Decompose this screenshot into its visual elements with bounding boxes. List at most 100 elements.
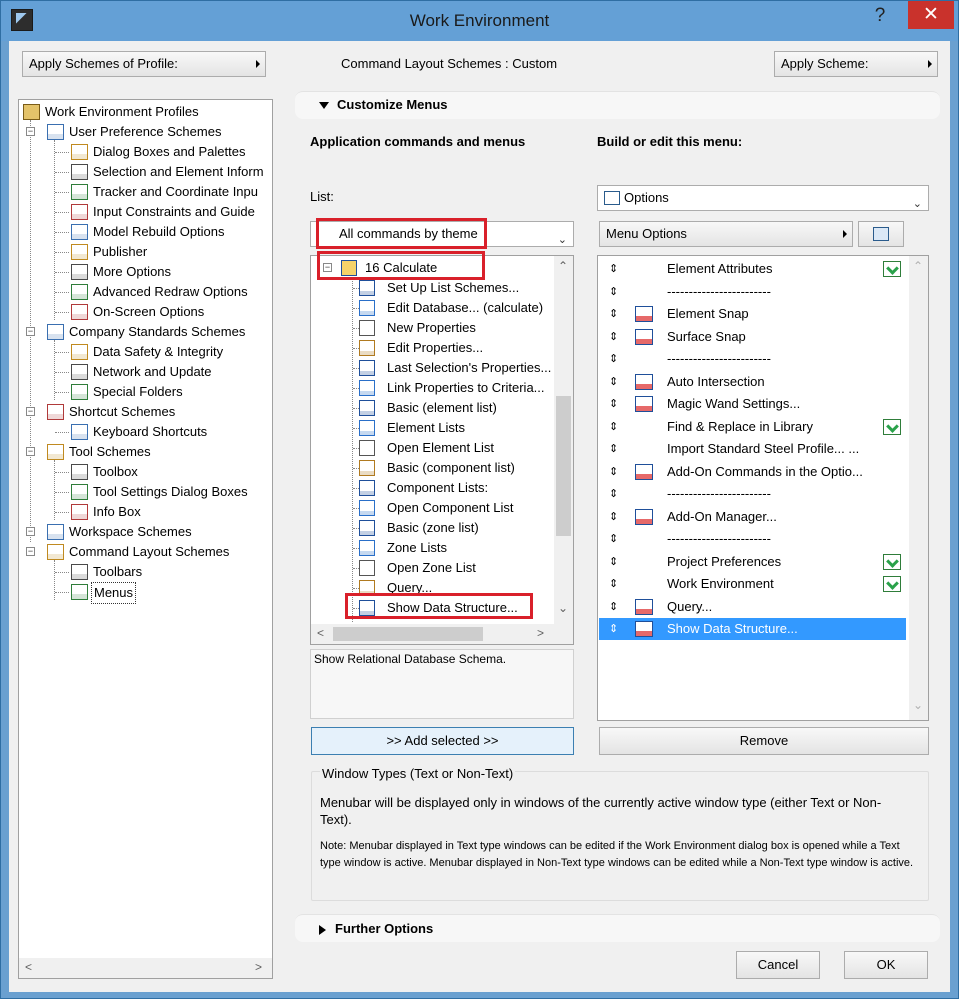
scroll-right-icon[interactable]: > <box>537 626 544 640</box>
reorder-handle-icon[interactable]: ⇕ <box>609 303 618 325</box>
command-item[interactable]: Last Selection's Properties... <box>359 358 555 378</box>
help-button[interactable]: ? <box>865 5 895 29</box>
menu-item-row[interactable]: ⇕ Surface Snap <box>599 326 906 348</box>
reorder-handle-icon[interactable]: ⇕ <box>609 528 618 550</box>
tree-item[interactable]: Tracker and Coordinate Inpu <box>71 182 272 202</box>
menu-item-row[interactable]: ⇕ Find & Replace in Library <box>599 416 906 438</box>
commands-horizontal-scrollbar[interactable]: < > <box>311 624 573 644</box>
menu-item-row[interactable]: ⇕ Import Standard Steel Profile... ... <box>599 438 906 460</box>
command-item[interactable]: Edit Properties... <box>359 338 555 358</box>
command-item[interactable]: Edit Database... (calculate) <box>359 298 555 318</box>
cancel-button[interactable]: Cancel <box>736 951 820 979</box>
customize-menus-toggle[interactable]: Customize Menus <box>319 97 448 112</box>
tree-item[interactable]: Workspace Schemes <box>47 522 272 542</box>
collapse-toggle-icon[interactable]: − <box>26 547 35 556</box>
close-button[interactable]: ✕ <box>908 1 954 29</box>
command-item[interactable]: Open Component List <box>359 498 555 518</box>
menu-item-row[interactable]: ⇕ Auto Intersection <box>599 371 906 393</box>
command-item[interactable]: Basic (component list) <box>359 458 555 478</box>
reorder-handle-icon[interactable]: ⇕ <box>609 326 618 348</box>
customize-menus-header[interactable]: Customize Menus <box>295 91 940 119</box>
scroll-thumb[interactable] <box>333 627 483 641</box>
tree-item[interactable]: On-Screen Options <box>71 302 272 322</box>
command-item[interactable]: New Properties <box>359 318 555 338</box>
scroll-up-icon[interactable]: ⌃ <box>558 259 568 273</box>
menu-item-row[interactable]: ⇕ ------------------------ <box>599 483 906 505</box>
menu-item-row[interactable]: ⇕ Project Preferences <box>599 551 906 573</box>
command-item[interactable]: Set Up List Schemes... <box>359 278 555 298</box>
command-item[interactable]: Element Lists <box>359 418 555 438</box>
menu-item-row[interactable]: ⇕ Work Environment <box>599 573 906 595</box>
tree-item[interactable]: Command Layout Schemes <box>47 542 272 562</box>
command-item[interactable]: Open Element List <box>359 438 555 458</box>
reorder-handle-icon[interactable]: ⇕ <box>609 618 618 640</box>
tree-item[interactable]: Selection and Element Inform <box>71 162 272 182</box>
tree-item[interactable]: Info Box <box>71 502 272 522</box>
menu-select[interactable]: Options ⌄ <box>597 185 929 211</box>
scroll-down-icon[interactable]: ⌄ <box>913 698 923 712</box>
scroll-left-icon[interactable]: < <box>25 960 32 974</box>
menu-item-row[interactable]: ⇕ Magic Wand Settings... <box>599 393 906 415</box>
scroll-up-icon[interactable]: ⌃ <box>913 259 923 273</box>
reorder-handle-icon[interactable]: ⇕ <box>609 348 618 370</box>
command-item[interactable]: Link Properties to Criteria... <box>359 378 555 398</box>
menu-item-row[interactable]: ⇕ ------------------------ <box>599 281 906 303</box>
reorder-handle-icon[interactable]: ⇕ <box>609 371 618 393</box>
command-item[interactable]: Basic (zone list) <box>359 518 555 538</box>
scroll-down-icon[interactable]: ⌄ <box>558 601 568 615</box>
menu-items-vertical-scrollbar[interactable]: ⌃ ⌄ <box>909 256 928 720</box>
reorder-handle-icon[interactable]: ⇕ <box>609 573 618 595</box>
apply-scheme-button[interactable]: Apply Scheme: <box>774 51 938 77</box>
tree-item[interactable]: Company Standards Schemes <box>47 322 272 342</box>
menu-item-row[interactable]: ⇕ Show Data Structure... <box>599 618 906 640</box>
reorder-handle-icon[interactable]: ⇕ <box>609 438 618 460</box>
add-selected-button[interactable]: >> Add selected >> <box>311 727 574 755</box>
tree-item[interactable]: Special Folders <box>71 382 272 402</box>
apply-profile-button[interactable]: Apply Schemes of Profile: <box>22 51 266 77</box>
reorder-handle-icon[interactable]: ⇕ <box>609 461 618 483</box>
tree-item[interactable]: Input Constraints and Guide <box>71 202 272 222</box>
ok-button[interactable]: OK <box>844 951 928 979</box>
menu-options-button[interactable]: Menu Options <box>599 221 853 247</box>
tree-item[interactable]: Publisher <box>71 242 272 262</box>
command-item[interactable]: Open Zone List <box>359 558 555 578</box>
menu-item-row[interactable]: ⇕ Add-On Manager... <box>599 506 906 528</box>
menu-item-row[interactable]: ⇕ Query... <box>599 596 906 618</box>
tree-item[interactable]: Toolbox <box>71 462 272 482</box>
scroll-left-icon[interactable]: < <box>317 626 324 640</box>
commands-list-panel[interactable]: −16 Calculate Set Up List Schemes... Edit … <box>310 255 574 645</box>
tree-item[interactable]: Model Rebuild Options <box>71 222 272 242</box>
reorder-handle-icon[interactable]: ⇕ <box>609 483 618 505</box>
reorder-handle-icon[interactable]: ⇕ <box>609 393 618 415</box>
tree-item[interactable]: Dialog Boxes and Palettes <box>71 142 272 162</box>
reorder-handle-icon[interactable]: ⇕ <box>609 551 618 573</box>
menu-item-row[interactable]: ⇕ ------------------------ <box>599 528 906 550</box>
tree-item[interactable]: More Options <box>71 262 272 282</box>
remove-button[interactable]: Remove <box>599 727 929 755</box>
tree-item[interactable]: Tool Settings Dialog Boxes <box>71 482 272 502</box>
scroll-right-icon[interactable]: > <box>255 960 262 974</box>
collapse-toggle-icon[interactable]: − <box>26 447 35 456</box>
tree-item[interactable]: Data Safety & Integrity <box>71 342 272 362</box>
reorder-handle-icon[interactable]: ⇕ <box>609 281 618 303</box>
export-menu-button[interactable] <box>858 221 904 247</box>
menu-item-row[interactable]: ⇕ Add-On Commands in the Optio... <box>599 461 906 483</box>
command-item[interactable]: Basic (element list) <box>359 398 555 418</box>
scroll-thumb[interactable] <box>556 396 571 536</box>
tree-item[interactable]: Network and Update <box>71 362 272 382</box>
reorder-handle-icon[interactable]: ⇕ <box>609 258 618 280</box>
tree-item[interactable]: Tool Schemes <box>47 442 272 462</box>
collapse-toggle-icon[interactable]: − <box>26 407 35 416</box>
commands-vertical-scrollbar[interactable]: ⌃ ⌄ <box>554 256 573 624</box>
command-item[interactable]: Component Lists: <box>359 478 555 498</box>
tree-horizontal-scrollbar[interactable]: < > <box>19 958 272 978</box>
collapse-toggle-icon[interactable]: − <box>26 527 35 536</box>
tree-item[interactable]: Advanced Redraw Options <box>71 282 272 302</box>
menu-item-row[interactable]: ⇕ Element Attributes <box>599 258 906 280</box>
tree-item[interactable]: Toolbars <box>71 562 272 582</box>
reorder-handle-icon[interactable]: ⇕ <box>609 506 618 528</box>
profiles-tree-panel[interactable]: Work Environment Profiles User Preference… <box>18 99 273 979</box>
tree-item[interactable]: Shortcut Schemes <box>47 402 272 422</box>
menu-item-row[interactable]: ⇕ ------------------------ <box>599 348 906 370</box>
tree-item[interactable]: Menus <box>71 582 272 604</box>
